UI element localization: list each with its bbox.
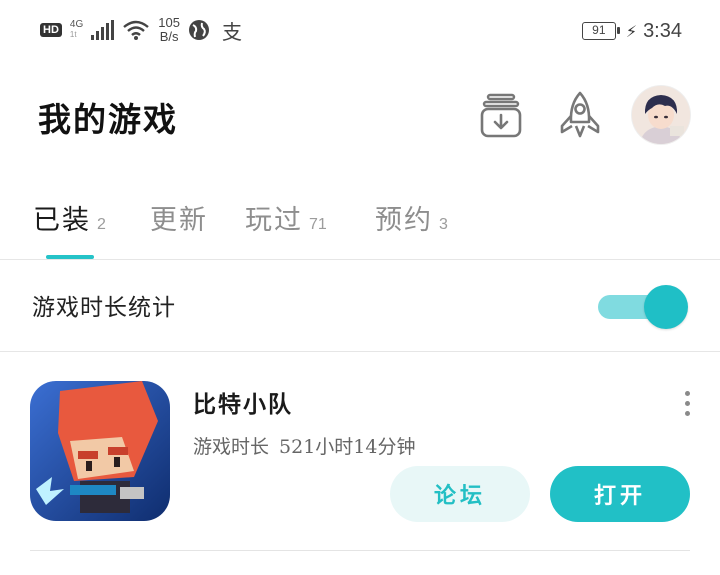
status-bar-left: HD 4G 1t 105 B/s 支 xyxy=(40,12,242,48)
playtime-value: 521小时14分钟 xyxy=(279,436,416,458)
battery-icon: 91 xyxy=(581,22,620,40)
download-manager-button[interactable] xyxy=(474,88,528,142)
tab-installed[interactable]: 已装 2 xyxy=(33,198,106,237)
card-divider xyxy=(30,550,690,551)
toggle-knob xyxy=(644,285,688,329)
user-avatar-image xyxy=(632,86,690,144)
game-playtime: 游戏时长 521小时14分钟 xyxy=(193,432,415,459)
tab-label: 更新 xyxy=(150,205,208,236)
stats-divider xyxy=(0,351,720,352)
speed-unit: B/s xyxy=(159,29,179,44)
more-options-icon[interactable] xyxy=(675,388,699,418)
playtime-stats-toggle[interactable] xyxy=(598,285,688,329)
tab-count: 3 xyxy=(439,216,448,233)
alipay-glyph: 支 xyxy=(221,19,242,44)
charging-icon: ⚡ xyxy=(625,21,638,41)
tab-bar: 已装 2 更新 玩过 71 预约 3 xyxy=(0,190,720,260)
globe-icon xyxy=(188,20,209,40)
status-time: 3:34 xyxy=(643,19,682,42)
network-sub: 1t xyxy=(69,30,77,39)
speed-value: 105 xyxy=(158,15,180,30)
tabs-divider xyxy=(0,259,720,260)
net-speed: 105 B/s xyxy=(158,16,180,44)
avatar[interactable] xyxy=(632,86,690,144)
status-bar: HD 4G 1t 105 B/s 支 91 ⚡ 3:34 xyxy=(0,0,720,62)
tab-label: 预约 xyxy=(375,205,433,236)
open-game-button[interactable]: 打开 xyxy=(550,466,690,522)
download-manager-icon xyxy=(480,93,522,138)
wifi-icon xyxy=(123,20,150,40)
tab-label: 已装 xyxy=(33,205,91,236)
rocket-icon xyxy=(560,91,600,138)
game-icon[interactable] xyxy=(30,381,170,521)
playtime-stats-label: 游戏时长统计 xyxy=(32,295,176,321)
status-bar-right: 91 ⚡ 3:34 xyxy=(581,19,682,43)
tab-played[interactable]: 玩过 71 xyxy=(245,198,327,237)
rocket-button[interactable] xyxy=(553,88,607,142)
tab-updates[interactable]: 更新 xyxy=(150,198,214,237)
network-label: 4G xyxy=(69,19,84,30)
forum-button[interactable]: 论坛 xyxy=(390,466,530,522)
game-cover-image xyxy=(30,381,170,521)
signal-icon xyxy=(91,20,115,40)
tab-reserved[interactable]: 预约 3 xyxy=(375,198,448,237)
tab-count: 2 xyxy=(97,216,106,233)
hd-badge: HD xyxy=(40,23,62,37)
tab-count: 71 xyxy=(309,216,327,233)
network-type: 4G 1t xyxy=(70,20,83,40)
tab-label: 玩过 xyxy=(245,205,303,236)
page-title: 我的游戏 xyxy=(38,100,178,139)
game-name: 比特小队 xyxy=(193,391,293,418)
playtime-label: 游戏时长 xyxy=(193,436,270,458)
